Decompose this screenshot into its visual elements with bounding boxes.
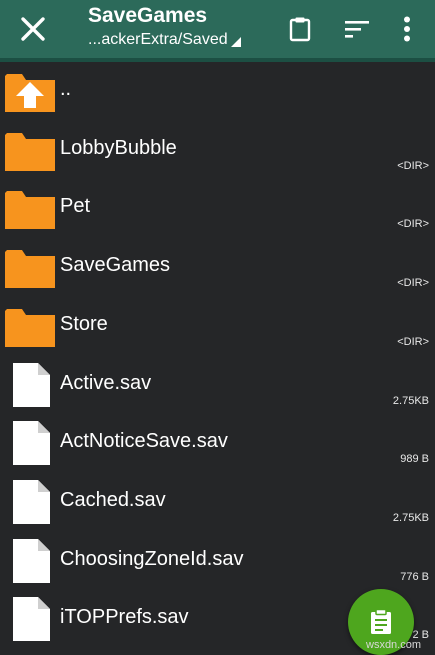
item-size: 776 B [400, 570, 429, 583]
item-size: 2.75KB [392, 511, 429, 524]
item-size: 2.75KB [392, 394, 429, 407]
file-icon [13, 362, 50, 407]
close-button[interactable] [10, 6, 56, 52]
list-item-folder[interactable]: Store <DIR> [0, 297, 435, 356]
folder-title: SaveGames [88, 4, 208, 27]
path-dropdown[interactable]: ...ackerExtra/Saved [88, 29, 278, 51]
list-item-file[interactable]: Active.sav 2.75KB [0, 356, 435, 415]
item-name: ActNoticeSave.sav [60, 430, 228, 453]
current-path: ...ackerExtra/Saved [88, 31, 228, 48]
item-meta: <DIR> [397, 218, 429, 231]
item-name: Pet [60, 195, 91, 218]
file-icon [13, 597, 50, 642]
list-item-file[interactable]: Cached.sav 2.75KB [0, 473, 435, 532]
item-name: SaveGames [60, 254, 171, 277]
item-meta: <DIR> [397, 335, 429, 348]
item-name: iTOPPrefs.sav [60, 606, 189, 629]
dropdown-triangle-icon [230, 37, 241, 47]
folder-icon [5, 191, 55, 230]
item-name: Store [60, 312, 108, 335]
list-item-folder[interactable]: Pet <DIR> [0, 179, 435, 238]
folder-icon [5, 308, 55, 347]
item-meta: <DIR> [397, 277, 429, 290]
title-area: SaveGames ...ackerExtra/Saved [88, 3, 278, 51]
list-item-file[interactable]: ActNoticeSave.sav 989 B [0, 414, 435, 473]
paste-icon [371, 608, 391, 634]
app-toolbar: SaveGames ...ackerExtra/Saved [0, 0, 435, 58]
file-icon [13, 479, 50, 524]
list-item-parent[interactable]: .. [0, 62, 435, 121]
sort-button[interactable] [334, 6, 380, 52]
clipboard-button[interactable] [277, 6, 323, 52]
folder-up-icon [5, 74, 55, 112]
item-meta: <DIR> [397, 159, 429, 172]
folder-icon [5, 132, 55, 171]
file-icon [13, 538, 50, 583]
watermark-text: wsxdn.com [366, 639, 422, 651]
more-vert-icon [404, 16, 410, 42]
more-options-button[interactable] [384, 6, 430, 52]
list-item-folder[interactable]: LobbyBubble <DIR> [0, 121, 435, 180]
close-icon [21, 17, 45, 41]
sort-icon [345, 21, 369, 38]
list-item-folder[interactable]: SaveGames <DIR> [0, 238, 435, 297]
item-name: .. [60, 78, 72, 100]
item-name: Active.sav [60, 371, 152, 394]
file-icon [13, 421, 50, 466]
item-name: Cached.sav [60, 488, 166, 511]
item-name: ChoosingZoneId.sav [60, 547, 244, 570]
clipboard-icon [289, 17, 311, 42]
item-size: 989 B [400, 453, 429, 466]
list-item-file[interactable]: ChoosingZoneId.sav 776 B [0, 532, 435, 591]
folder-icon [5, 250, 55, 289]
item-name: LobbyBubble [60, 136, 177, 159]
